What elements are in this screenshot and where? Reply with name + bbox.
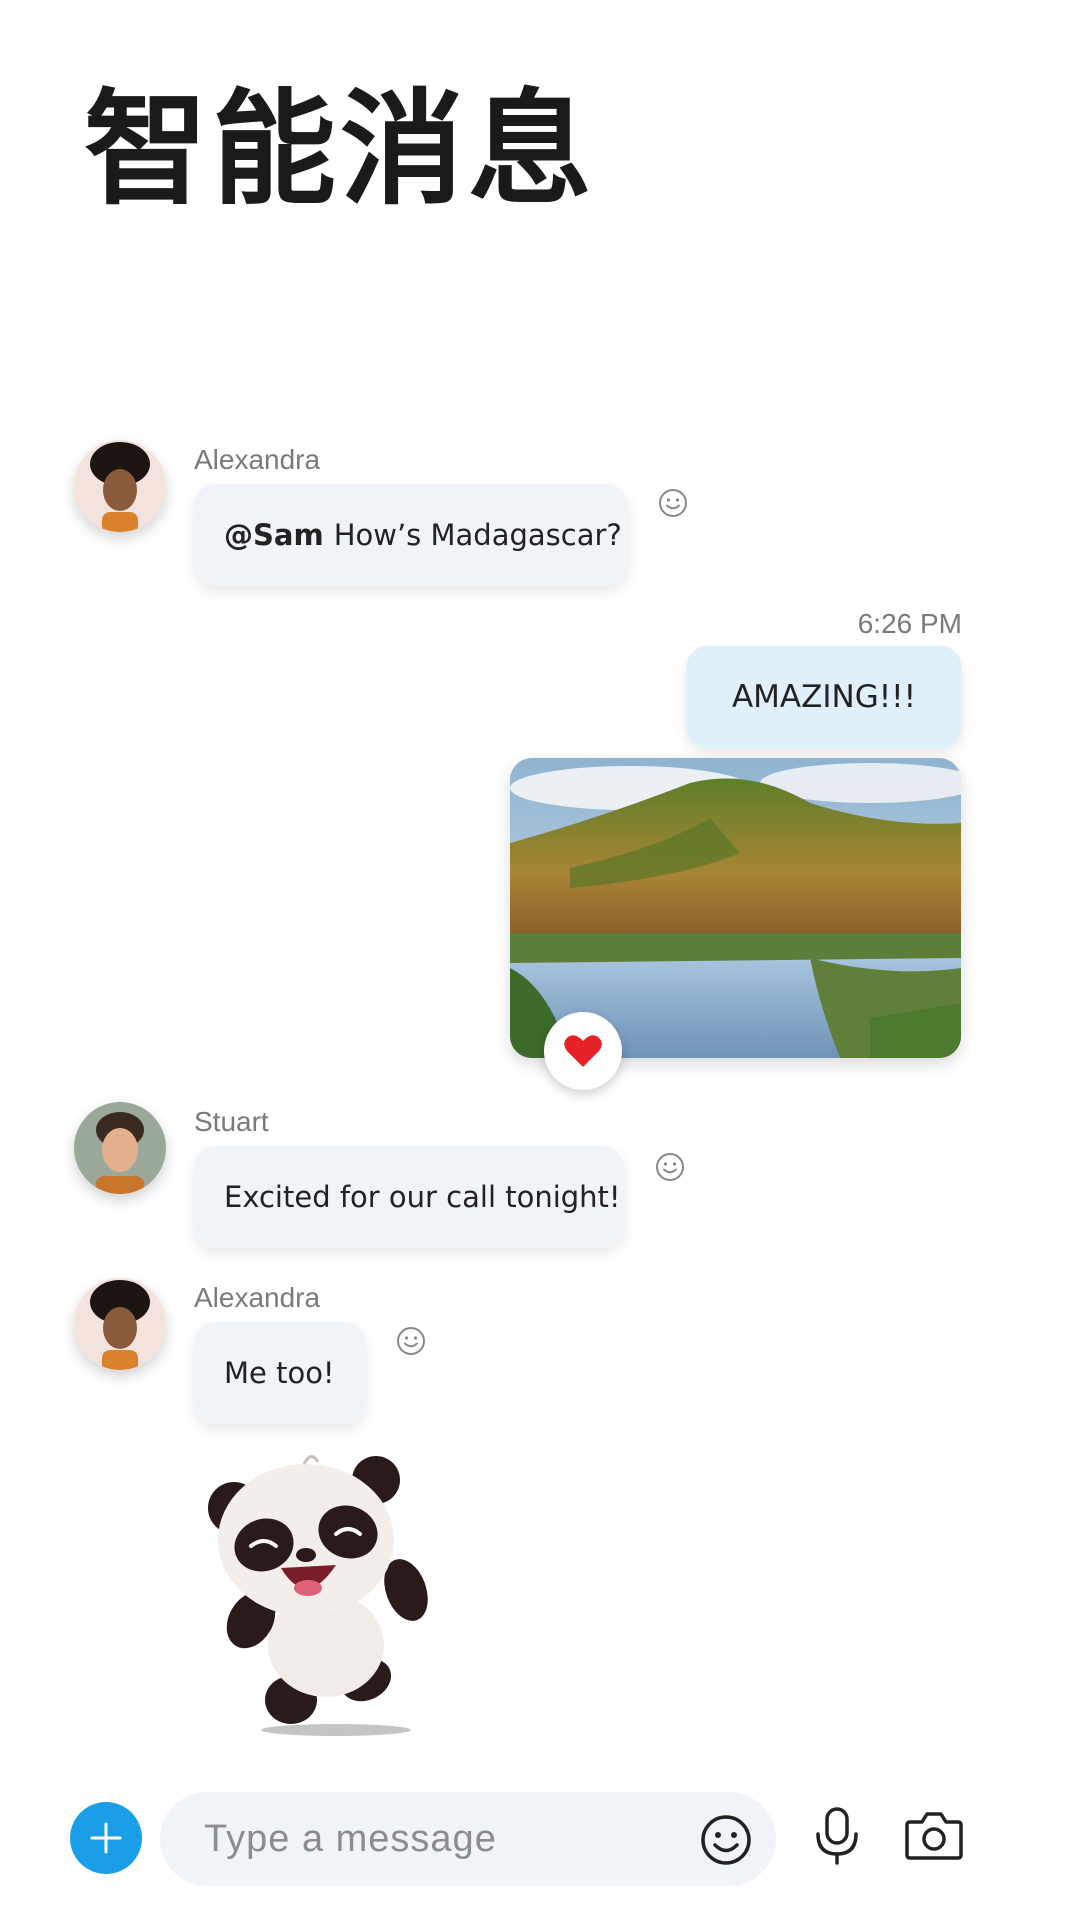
page-title: 智能消息 xyxy=(84,78,597,222)
message-text: How’s Madagascar? xyxy=(333,518,622,552)
message-timestamp: 6:26 PM xyxy=(857,608,962,639)
avatar-stuart[interactable] xyxy=(74,1102,166,1194)
emoji-icon[interactable] xyxy=(700,1814,752,1866)
message-composer xyxy=(0,1770,1080,1920)
smiley-icon[interactable] xyxy=(658,488,688,518)
message-text: Excited for our call tonight! xyxy=(224,1180,621,1214)
mention[interactable]: @Sam xyxy=(224,518,324,552)
sender-name: Alexandra xyxy=(194,1282,321,1313)
smiley-icon[interactable] xyxy=(396,1326,426,1356)
heart-reaction[interactable] xyxy=(544,1012,622,1090)
add-button[interactable] xyxy=(70,1802,142,1874)
message-bubble[interactable]: Me too! xyxy=(194,1322,366,1424)
message-bubble[interactable]: Excited for our call tonight! xyxy=(194,1146,624,1248)
panda-sticker[interactable] xyxy=(196,1450,456,1740)
sender-name: Alexandra xyxy=(194,444,321,475)
plus-icon xyxy=(90,1822,122,1854)
smiley-icon[interactable] xyxy=(655,1152,685,1182)
avatar-alexandra[interactable] xyxy=(74,1278,166,1370)
message-text: Me too! xyxy=(224,1356,335,1390)
avatar-alexandra[interactable] xyxy=(74,440,166,532)
message-bubble[interactable]: @Sam How’s Madagascar? xyxy=(194,484,628,586)
camera-icon[interactable] xyxy=(904,1808,964,1862)
message-input[interactable] xyxy=(204,1792,644,1886)
sender-name: Stuart xyxy=(194,1106,269,1137)
message-input-container xyxy=(160,1792,776,1886)
microphone-icon[interactable] xyxy=(812,1806,862,1866)
heart-icon xyxy=(564,1035,602,1067)
outgoing-message-bubble[interactable]: AMAZING!!! xyxy=(686,646,962,748)
